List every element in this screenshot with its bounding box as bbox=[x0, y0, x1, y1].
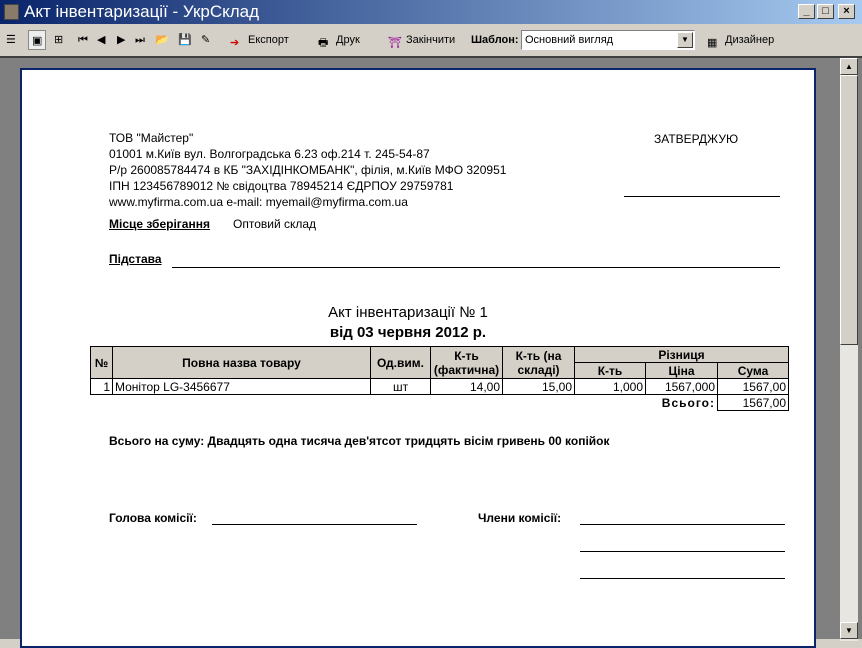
print-label: Друк bbox=[336, 34, 360, 46]
sum-in-words: Всього на суму: Двадцять одна тисяча дев… bbox=[109, 434, 610, 448]
total-label: Всього: bbox=[661, 395, 715, 410]
print-button[interactable]: 🖶 Друк bbox=[318, 30, 360, 50]
template-value: Основний вигляд bbox=[525, 34, 614, 46]
minimize-button[interactable]: _ bbox=[798, 4, 815, 19]
company-line: www.myfirma.com.ua e-mail: myemail@myfir… bbox=[109, 195, 408, 209]
scroll-down-icon[interactable]: ▼ bbox=[840, 622, 858, 639]
title-bar: Акт інвентаризації - УкрСклад _ □ × bbox=[0, 0, 862, 24]
finish-label: Закінчити bbox=[406, 34, 456, 46]
members-label: Члени комісії: bbox=[478, 511, 562, 525]
cell-unit: шт bbox=[370, 378, 431, 395]
member-signature-line bbox=[580, 524, 785, 525]
col-diff-qty: К-ть bbox=[574, 362, 646, 379]
col-name: Повна назва товару bbox=[112, 346, 371, 379]
col-diff-sum: Сума bbox=[717, 362, 789, 379]
designer-button[interactable]: ▦ Дизайнер bbox=[707, 30, 774, 50]
toolbar: ☰ ▣ ⊞ ⏮ ◀ ▶ ⏭ 📂 💾 ✎ ➔ Експорт 🖶 Друк ⛩ Закі… bbox=[0, 25, 862, 55]
col-diff: Різниця bbox=[574, 346, 789, 363]
approve-label: ЗАТВЕРДЖУЮ bbox=[654, 132, 739, 146]
scroll-up-icon[interactable]: ▲ bbox=[840, 58, 858, 75]
document-title: Акт інвентаризації № 1 bbox=[328, 304, 488, 321]
company-line: Р/р 260085784474 в КБ "ЗАХІДІНКОМБАНК", … bbox=[109, 163, 507, 177]
inventory-table: № Повна назва товару Од.вим. К-ть (факти… bbox=[90, 346, 789, 411]
app-icon bbox=[4, 4, 19, 20]
maximize-button[interactable]: □ bbox=[817, 4, 834, 19]
exit-door-icon: ⛩ bbox=[388, 37, 402, 50]
col-diff-price: Ціна bbox=[645, 362, 718, 379]
first-page-icon[interactable]: ⏮ bbox=[78, 30, 88, 50]
template-label: Шаблон: bbox=[471, 34, 519, 46]
cell-qty-fact: 14,00 bbox=[430, 378, 503, 395]
document-page: ТОВ "Майстер" 01001 м.Київ вул. Волгогра… bbox=[20, 68, 816, 648]
fit-width-icon[interactable]: ⊞ bbox=[54, 30, 63, 50]
company-line: ТОВ "Майстер" bbox=[109, 131, 194, 145]
export-button[interactable]: ➔ Експорт bbox=[230, 30, 289, 50]
export-icon: ➔ bbox=[230, 37, 240, 50]
export-label: Експорт bbox=[248, 34, 289, 46]
close-button[interactable]: × bbox=[838, 4, 855, 19]
chevron-down-icon[interactable]: ▼ bbox=[677, 32, 693, 48]
table-row: 1 Монітор LG-3456677 шт 14,00 15,00 1,00… bbox=[90, 378, 789, 395]
col-num: № bbox=[90, 346, 113, 379]
company-line: 01001 м.Київ вул. Волгоградська 6.23 оф.… bbox=[109, 147, 430, 161]
scroll-thumb[interactable] bbox=[840, 75, 858, 345]
head-label: Голова комісії: bbox=[109, 511, 197, 525]
document-date: від 03 червня 2012 р. bbox=[329, 324, 487, 341]
basis-label: Підстава bbox=[109, 252, 162, 266]
basis-line bbox=[172, 267, 780, 268]
last-page-icon[interactable]: ⏭ bbox=[135, 30, 145, 50]
finish-button[interactable]: ⛩ Закінчити bbox=[388, 30, 455, 50]
template-select[interactable]: Основний вигляд ▼ bbox=[521, 30, 695, 50]
vertical-scrollbar[interactable]: ▲ ▼ bbox=[840, 58, 858, 641]
member-signature-line bbox=[580, 578, 785, 579]
cell-qty-stock: 15,00 bbox=[502, 378, 575, 395]
member-signature-line bbox=[580, 551, 785, 552]
cell-diff-sum: 1567,00 bbox=[717, 378, 789, 395]
page-width-icon[interactable]: ☰ bbox=[6, 30, 16, 50]
printer-icon: 🖶 bbox=[318, 37, 329, 50]
cell-diff-qty: 1,000 bbox=[574, 378, 646, 395]
window-title: Акт інвентаризації - УкрСклад bbox=[24, 2, 260, 21]
edit-icon[interactable]: ✎ bbox=[201, 30, 210, 50]
total-value: 1567,00 bbox=[717, 394, 789, 411]
designer-icon: ▦ bbox=[707, 37, 718, 50]
cell-diff-price: 1567,000 bbox=[645, 378, 718, 395]
cell-num: 1 bbox=[90, 378, 113, 395]
save-icon[interactable]: 💾 bbox=[178, 30, 192, 50]
head-signature-line bbox=[212, 524, 417, 525]
next-page-icon[interactable]: ▶ bbox=[117, 30, 125, 50]
whole-page-icon[interactable]: ▣ bbox=[28, 30, 47, 50]
storage-value: Оптовий склад bbox=[233, 217, 317, 231]
col-qty-stock: К-ть (на складі) bbox=[502, 346, 575, 379]
prev-page-icon[interactable]: ◀ bbox=[97, 30, 105, 50]
open-icon[interactable]: 📂 bbox=[155, 30, 169, 50]
preview-area: ТОВ "Майстер" 01001 м.Київ вул. Волгогра… bbox=[0, 56, 862, 648]
designer-label: Дизайнер bbox=[725, 34, 775, 46]
approve-signature-line bbox=[624, 196, 780, 197]
col-unit: Од.вим. bbox=[370, 346, 431, 379]
cell-name: Монітор LG-3456677 bbox=[112, 378, 371, 395]
storage-label: Місце зберігання bbox=[109, 217, 210, 231]
col-qty-fact: К-ть (фактична) bbox=[430, 346, 503, 379]
company-line: ІПН 123456789012 № свідоцтва 78945214 ЄД… bbox=[109, 179, 454, 193]
